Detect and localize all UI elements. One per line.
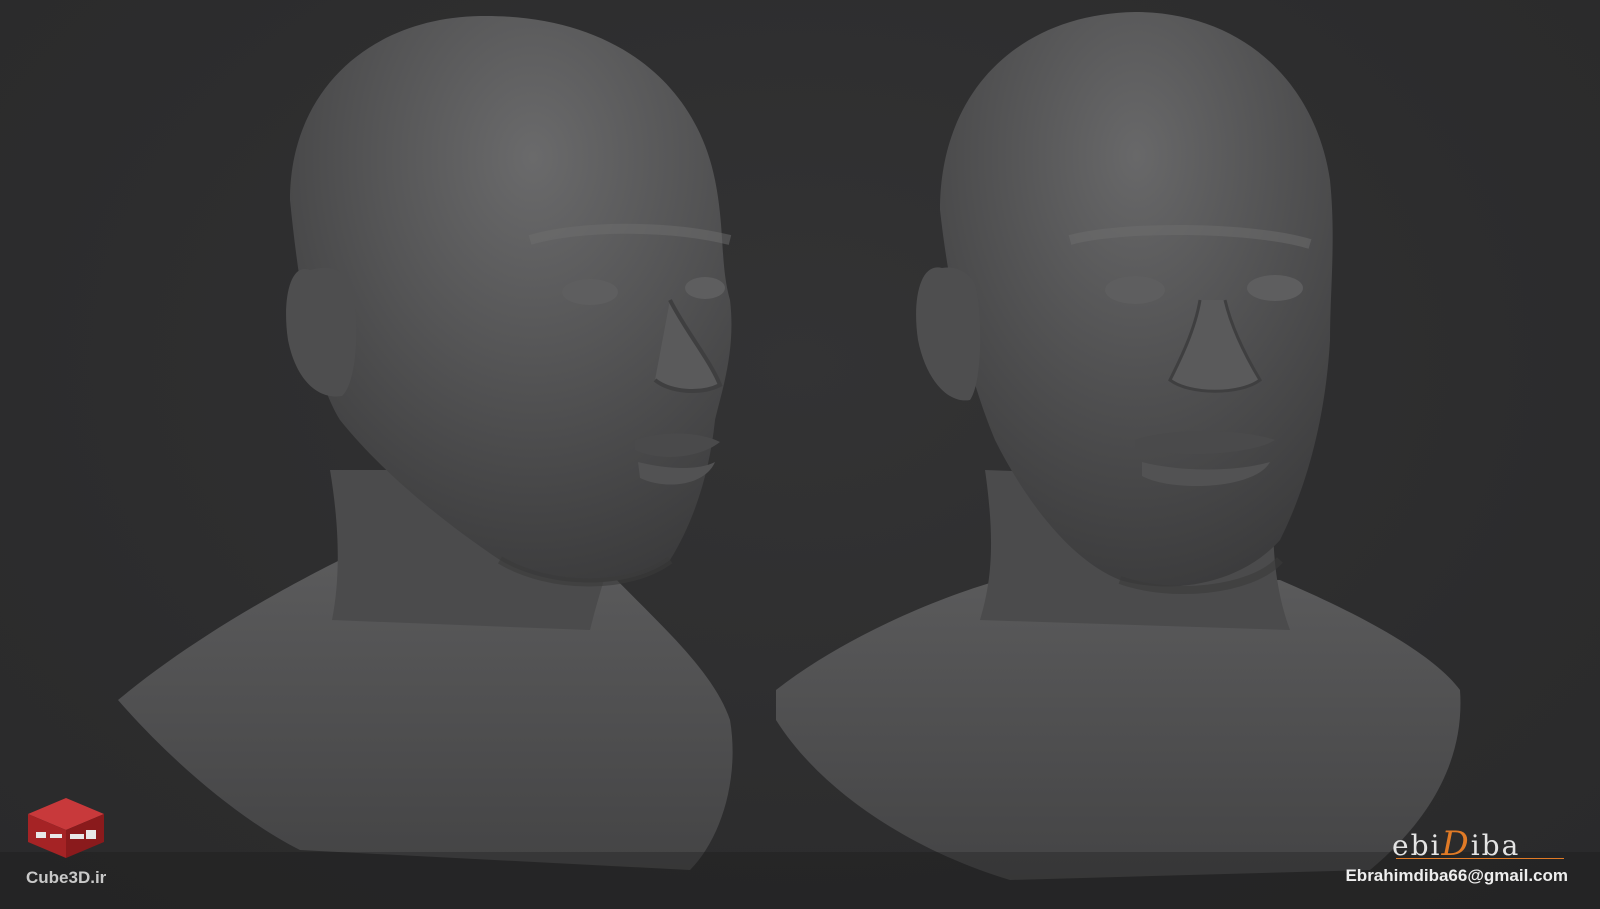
- site-watermark: Cube3D.ir: [26, 868, 107, 887]
- cube3d-logo-icon: [28, 798, 104, 858]
- left-bust-sculpt: [118, 15, 733, 870]
- left-bust-ear: [286, 267, 357, 397]
- render-background: Cube3D.ir ebiDiba Ebrahimdiba66@gmail.co…: [0, 0, 1600, 909]
- right-bust-shoulders: [776, 580, 1461, 880]
- right-bust-sculpt: [776, 12, 1461, 880]
- artist-email: Ebrahimdiba66@gmail.com: [1345, 866, 1568, 885]
- artist-brand-logo: ebiDiba: [1392, 818, 1568, 866]
- brand-underline: [1396, 858, 1564, 859]
- right-bust-ear: [916, 267, 981, 401]
